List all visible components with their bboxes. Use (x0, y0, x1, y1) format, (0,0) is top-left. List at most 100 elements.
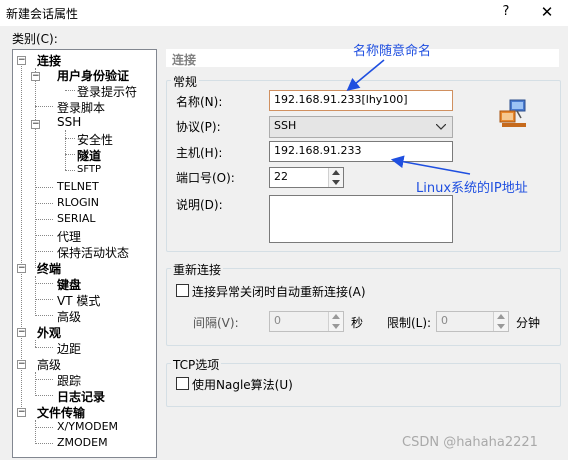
tree-line (35, 251, 53, 252)
tree-line (35, 372, 36, 394)
tree-item-serial[interactable]: SERIAL (57, 212, 95, 225)
tree-item-log[interactable]: 日志记录 (57, 388, 105, 405)
tree-item-appearance[interactable]: 外观 (37, 324, 61, 341)
reconnect-group-title: 重新连接 (171, 261, 224, 278)
port-input[interactable]: 22 (269, 167, 344, 188)
tree-line (35, 219, 53, 220)
spin-down-icon (497, 324, 505, 329)
close-button[interactable]: ✕ (538, 3, 556, 21)
tree-expander-icon[interactable]: − (17, 408, 26, 417)
help-button[interactable]: ? (497, 4, 515, 22)
limit-spinner (493, 312, 508, 331)
tree-line (65, 138, 75, 139)
tree-item-login-prompt[interactable]: 登录提示符 (77, 83, 137, 100)
tree-expander-icon[interactable]: − (17, 56, 26, 65)
auto-reconnect-label: 连接异常关闭时自动重新连接(A) (192, 285, 366, 299)
limit-input: 0 (436, 311, 509, 332)
tree-item-security[interactable]: 安全性 (77, 131, 113, 148)
name-annotation: 名称随意命名 (353, 44, 432, 59)
tree-item-rlogin[interactable]: RLOGIN (57, 196, 99, 209)
host-annotation: Linux系统的IP地址 (416, 181, 528, 196)
seconds-unit: 秒 (351, 316, 364, 330)
port-label: 端口号(O): (176, 171, 235, 185)
window-title: 新建会话属性 (6, 7, 79, 21)
tree-line (35, 395, 53, 396)
host-label: 主机(H): (176, 146, 223, 160)
tree-line (35, 299, 53, 300)
tree-item-keepalive[interactable]: 保持活动状态 (57, 244, 129, 261)
interval-value: 0 (274, 314, 281, 327)
name-label: 名称(N): (176, 95, 223, 109)
tree-line (35, 427, 53, 428)
tree-item-terminal[interactable]: 终端 (37, 260, 61, 277)
limit-label: 限制(L): (387, 316, 432, 330)
tree-expander-icon[interactable]: − (17, 264, 26, 273)
tree-line (35, 443, 53, 444)
tree-expander-icon[interactable]: − (17, 328, 26, 337)
tree-line (65, 130, 66, 170)
watermark: CSDN @hahaha2221 (402, 435, 538, 450)
tree-line (35, 106, 53, 107)
chevron-down-icon (436, 124, 446, 130)
tree-line (65, 170, 75, 171)
tree-line (35, 203, 53, 204)
port-spinner[interactable] (328, 168, 343, 187)
tree-item-margin[interactable]: 边距 (57, 340, 81, 357)
description-label: 说明(D): (176, 198, 223, 212)
interval-spinner (328, 312, 343, 331)
tree-item-tunnel[interactable]: 隧道 (77, 147, 101, 164)
content-header-title: 连接 (172, 53, 197, 67)
description-textarea[interactable] (269, 195, 453, 243)
general-group-title: 常规 (171, 73, 200, 90)
category-label: 类别(C): (12, 32, 58, 46)
spin-up-icon[interactable] (332, 170, 340, 175)
protocol-value: SSH (274, 119, 297, 132)
tree-item-xymodem[interactable]: X/YMODEM (57, 420, 118, 433)
tree-line (35, 340, 36, 347)
tree-item-trace[interactable]: 跟踪 (57, 372, 81, 389)
tree-line (35, 276, 36, 314)
tree-item-login-script[interactable]: 登录脚本 (57, 99, 105, 116)
tree-line (35, 420, 36, 442)
tree-item-keyboard[interactable]: 键盘 (57, 276, 81, 293)
auto-reconnect-checkbox[interactable] (176, 284, 189, 297)
host-input[interactable]: 192.168.91.233 (269, 141, 453, 162)
spin-down-icon[interactable] (332, 180, 340, 185)
tree-item-telnet[interactable]: TELNET (57, 180, 99, 193)
nagle-checkbox[interactable] (176, 377, 189, 390)
spin-up-icon (332, 314, 340, 319)
tree-item-ssh[interactable]: SSH (57, 115, 81, 129)
nagle-label: 使用Nagle算法(U) (192, 378, 293, 392)
tree-item-proxy[interactable]: 代理 (57, 228, 81, 245)
tree-item-zmodem[interactable]: ZMODEM (57, 436, 108, 449)
tree-line (65, 154, 75, 155)
tree-expander-icon[interactable]: − (17, 360, 26, 369)
interval-label: 间隔(V): (193, 316, 239, 330)
interval-input: 0 (269, 311, 344, 332)
category-tree[interactable]: − 连接 − 用户身份验证 登录提示符 登录脚本 − SSH 安全性 隧道 SF… (12, 49, 157, 458)
tree-item-vt-mode[interactable]: VT 模式 (57, 292, 100, 309)
limit-value: 0 (441, 314, 448, 327)
tcp-group-title: TCP选项 (171, 356, 222, 373)
tree-item-advanced-terminal[interactable]: 高级 (57, 308, 81, 325)
tree-line (35, 68, 36, 268)
tree-line (35, 315, 53, 316)
tree-expander-icon[interactable]: − (31, 72, 40, 81)
minutes-unit: 分钟 (516, 316, 541, 330)
tree-item-sftp[interactable]: SFTP (77, 164, 101, 175)
tree-item-advanced[interactable]: 高级 (37, 356, 61, 373)
tree-item-auth[interactable]: 用户身份验证 (57, 67, 129, 84)
name-input[interactable]: 192.168.91.233[lhy100] (269, 90, 453, 111)
port-value: 22 (274, 170, 288, 183)
tree-line (35, 187, 53, 188)
tree-expander-icon[interactable]: − (31, 120, 40, 129)
protocol-select[interactable]: SSH (269, 116, 453, 138)
title-bar: 新建会话属性 ? ✕ (0, 0, 568, 26)
protocol-label: 协议(P): (176, 120, 221, 134)
spin-up-icon (497, 314, 505, 319)
reconnect-group (166, 268, 561, 346)
network-computers-icon (499, 99, 526, 127)
tree-line (35, 347, 53, 348)
tree-line (35, 235, 53, 236)
tree-item-file-transfer[interactable]: 文件传输 (37, 404, 85, 421)
